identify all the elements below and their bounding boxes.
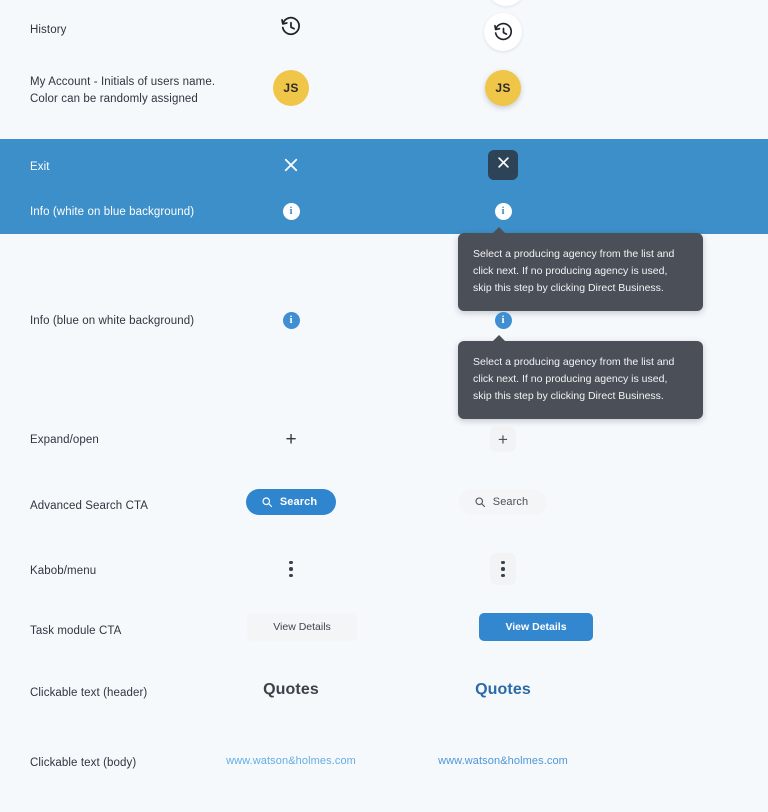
- info-button-white-default[interactable]: i: [215, 203, 367, 220]
- row-label-info-white-on-blue: Info (white on blue background): [30, 206, 195, 218]
- avatar-hover-cell[interactable]: JS: [427, 70, 579, 106]
- view-details-button-ghost[interactable]: View Details: [247, 613, 357, 641]
- info-icon: i: [494, 203, 512, 220]
- info-icon: i: [494, 312, 512, 329]
- url-link-light[interactable]: www.watson&holmes.com: [226, 755, 356, 767]
- view-details-button-filled[interactable]: View Details: [479, 613, 593, 641]
- url-link-dark-cell: www.watson&holmes.com: [427, 755, 579, 767]
- view-details-filled-cell: View Details: [460, 613, 612, 641]
- url-link-dark[interactable]: www.watson&holmes.com: [438, 755, 568, 767]
- tooltip-info-white-on-blue: Select a producing agency from the list …: [458, 227, 703, 311]
- info-button-blue-default[interactable]: i: [215, 312, 367, 329]
- row-label-info-blue-on-white: Info (blue on white background): [30, 315, 195, 327]
- search-button-label: Search: [492, 496, 529, 508]
- view-details-ghost-cell: View Details: [226, 613, 378, 641]
- info-button-white-hover[interactable]: i: [427, 203, 579, 220]
- row-label-clickable-text-header: Clickable text (header): [30, 687, 148, 699]
- plus-icon: +: [285, 428, 297, 450]
- close-button-default[interactable]: [215, 150, 367, 180]
- history-icon-default[interactable]: [215, 16, 367, 38]
- spec-sheet: History My Account - Initials of users n…: [0, 0, 768, 812]
- kabob-dot: [501, 567, 505, 571]
- info-icon: i: [282, 312, 300, 329]
- search-icon: [474, 496, 486, 508]
- history-icon-circle: [484, 13, 522, 51]
- history-icon: [280, 16, 302, 38]
- kabob-menu-hover[interactable]: [427, 553, 579, 585]
- row-label-advanced-search-cta: Advanced Search CTA: [30, 500, 149, 512]
- row-label-clickable-text-body: Clickable text (body): [30, 757, 137, 769]
- close-icon: [496, 155, 511, 175]
- quotes-header-link-cell: Quotes: [427, 681, 579, 699]
- info-button-blue-hover[interactable]: i: [427, 312, 579, 329]
- history-icon: [493, 22, 514, 43]
- kabob-dot: [289, 560, 293, 565]
- quotes-header-link[interactable]: Quotes: [475, 681, 531, 699]
- search-button-filled[interactable]: Search: [245, 489, 337, 515]
- search-button-filled-cell: Search: [215, 489, 367, 515]
- close-button-hover[interactable]: [427, 150, 579, 180]
- row-label-task-module-cta: Task module CTA: [30, 625, 122, 637]
- avatar: JS: [273, 70, 309, 106]
- search-button-label: Search: [279, 496, 318, 508]
- row-label-history: History: [30, 24, 67, 36]
- tooltip-arrow: [492, 227, 506, 234]
- close-icon: [276, 150, 306, 180]
- avatar: JS: [485, 70, 521, 106]
- url-link-light-cell: www.watson&holmes.com: [215, 755, 367, 767]
- tooltip-arrow: [492, 335, 506, 342]
- kabob-dot: [289, 573, 293, 578]
- tooltip-text: Select a producing agency from the list …: [473, 248, 675, 294]
- expand-button-default[interactable]: +: [215, 426, 367, 452]
- search-button-ghost[interactable]: Search: [458, 489, 548, 515]
- row-label-expand-open: Expand/open: [30, 434, 99, 446]
- quotes-header-default-cell: Quotes: [215, 681, 367, 699]
- row-label-my-account: My Account - Initials of users name. Col…: [30, 76, 216, 105]
- history-icon-circle-partial: [487, 0, 525, 6]
- history-icon-hover[interactable]: [427, 13, 579, 51]
- tooltip-info-blue-on-white: Select a producing agency from the list …: [458, 335, 703, 419]
- plus-icon: +: [490, 426, 516, 452]
- kabob-dot: [501, 573, 505, 578]
- info-icon: i: [282, 203, 300, 220]
- search-button-ghost-cell: Search: [427, 489, 579, 515]
- avatar-default-cell[interactable]: JS: [215, 70, 367, 106]
- close-icon-box: [488, 150, 518, 180]
- kabob-dot: [289, 567, 293, 571]
- row-label-exit: Exit: [30, 161, 50, 173]
- row-label-kabob-menu: Kabob/menu: [30, 565, 97, 577]
- kabob-menu-icon: [490, 553, 516, 585]
- tooltip-text: Select a producing agency from the list …: [473, 356, 675, 402]
- search-icon: [261, 496, 273, 508]
- kabob-menu-default[interactable]: [215, 554, 367, 584]
- kabob-dot: [501, 560, 505, 565]
- kabob-menu-icon: [278, 554, 304, 584]
- expand-button-hover[interactable]: +: [427, 426, 579, 452]
- quotes-header-default[interactable]: Quotes: [263, 681, 319, 699]
